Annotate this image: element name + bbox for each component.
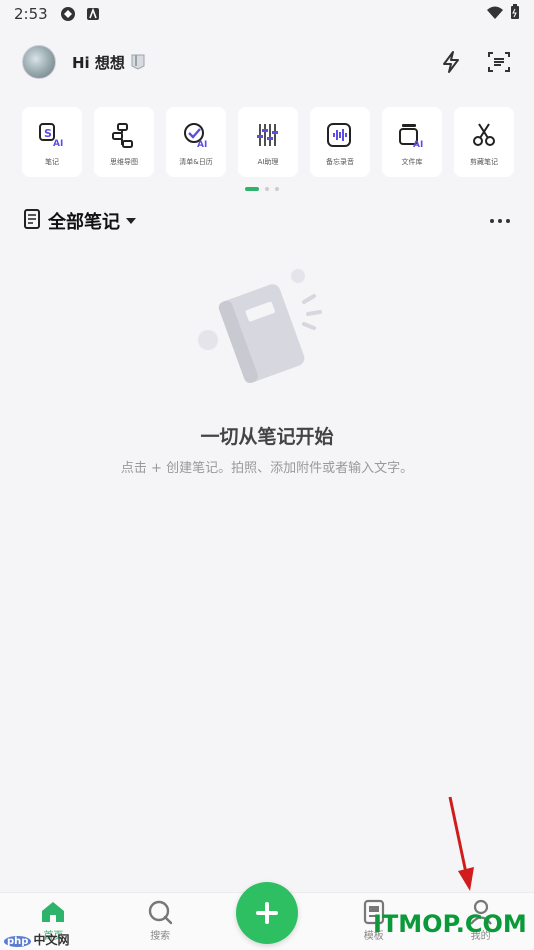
flash-button[interactable] bbox=[438, 49, 464, 75]
tool-clip-note[interactable]: 剪藏笔记 bbox=[454, 107, 514, 177]
note-ai-icon: S AI bbox=[37, 121, 67, 149]
empty-state-title: 一切从笔记开始 bbox=[200, 426, 334, 448]
caret-down-icon[interactable] bbox=[126, 217, 136, 225]
tool-voice-memo[interactable]: 备忘录音 bbox=[310, 107, 370, 177]
app-notification-icon bbox=[86, 7, 100, 21]
page-dot-active bbox=[245, 187, 259, 191]
svg-text:AI: AI bbox=[53, 139, 63, 149]
red-arrow-annotation bbox=[448, 796, 474, 891]
svg-text:AI: AI bbox=[413, 140, 423, 149]
header: Hi 想想 bbox=[22, 44, 512, 80]
watermark-php-text: 中文网 bbox=[33, 933, 70, 947]
file-library-ai-icon: AI bbox=[397, 121, 427, 149]
tool-note[interactable]: S AI 笔记 bbox=[22, 107, 82, 177]
tool-checklist[interactable]: AI 清单&日历 bbox=[166, 107, 226, 177]
tool-file-library[interactable]: AI 文件库 bbox=[382, 107, 442, 177]
search-icon bbox=[147, 899, 173, 925]
tool-label: AI助理 bbox=[257, 158, 279, 166]
tool-ai-assistant[interactable]: AI助理 bbox=[238, 107, 298, 177]
more-options-button[interactable] bbox=[490, 219, 510, 223]
watermark-php-logo: php bbox=[4, 936, 32, 947]
svg-text:AI: AI bbox=[197, 140, 207, 149]
battery-icon bbox=[510, 4, 520, 24]
quick-tools: S AI 笔记 思维导图 AI 清单&日历 AI助理 备忘录音 AI 文件库 剪… bbox=[22, 107, 518, 177]
tool-label: 备忘录音 bbox=[326, 158, 354, 166]
plus-icon bbox=[256, 902, 278, 924]
lightning-icon bbox=[443, 51, 459, 73]
member-badge-icon[interactable] bbox=[131, 54, 145, 70]
page-dot bbox=[275, 187, 279, 191]
watermark-itmop: ITMOP.COM bbox=[373, 910, 527, 938]
notebook-icon bbox=[24, 209, 40, 233]
tool-label: 剪藏笔记 bbox=[470, 158, 498, 166]
scan-icon bbox=[488, 52, 510, 72]
page-indicator bbox=[245, 187, 279, 191]
voice-memo-icon bbox=[325, 121, 355, 149]
nav-label: 搜索 bbox=[150, 931, 171, 942]
tool-label: 思维导图 bbox=[110, 158, 138, 166]
scan-button[interactable] bbox=[486, 49, 512, 75]
sync-icon bbox=[60, 6, 76, 22]
notes-header: 全部笔记 bbox=[24, 206, 510, 236]
status-bar: 2:53 bbox=[0, 0, 534, 28]
svg-text:S: S bbox=[44, 127, 52, 140]
avatar[interactable] bbox=[22, 45, 56, 79]
tool-label: 清单&日历 bbox=[179, 158, 213, 166]
tool-label: 文件库 bbox=[401, 158, 423, 166]
tool-mindmap[interactable]: 思维导图 bbox=[94, 107, 154, 177]
mindmap-icon bbox=[109, 121, 139, 149]
page-dot bbox=[265, 187, 269, 191]
scissors-icon bbox=[469, 121, 499, 149]
tool-label: 笔记 bbox=[45, 158, 59, 166]
nav-search[interactable]: 搜索 bbox=[107, 892, 214, 950]
empty-state-subtitle: 点击 + 创建笔记。拍照、添加附件或者输入文字。 bbox=[120, 461, 414, 476]
greeting-text: Hi 想想 bbox=[72, 53, 125, 72]
notes-filter-title[interactable]: 全部笔记 bbox=[48, 208, 120, 234]
home-icon bbox=[40, 899, 66, 925]
wifi-icon bbox=[486, 5, 504, 24]
status-time: 2:53 bbox=[14, 5, 48, 23]
checklist-ai-icon: AI bbox=[181, 121, 211, 149]
watermark-php: php 中文网 bbox=[4, 931, 69, 948]
empty-notebook-illustration bbox=[192, 268, 342, 388]
add-note-button[interactable] bbox=[236, 882, 298, 944]
ai-assistant-icon bbox=[253, 121, 283, 149]
